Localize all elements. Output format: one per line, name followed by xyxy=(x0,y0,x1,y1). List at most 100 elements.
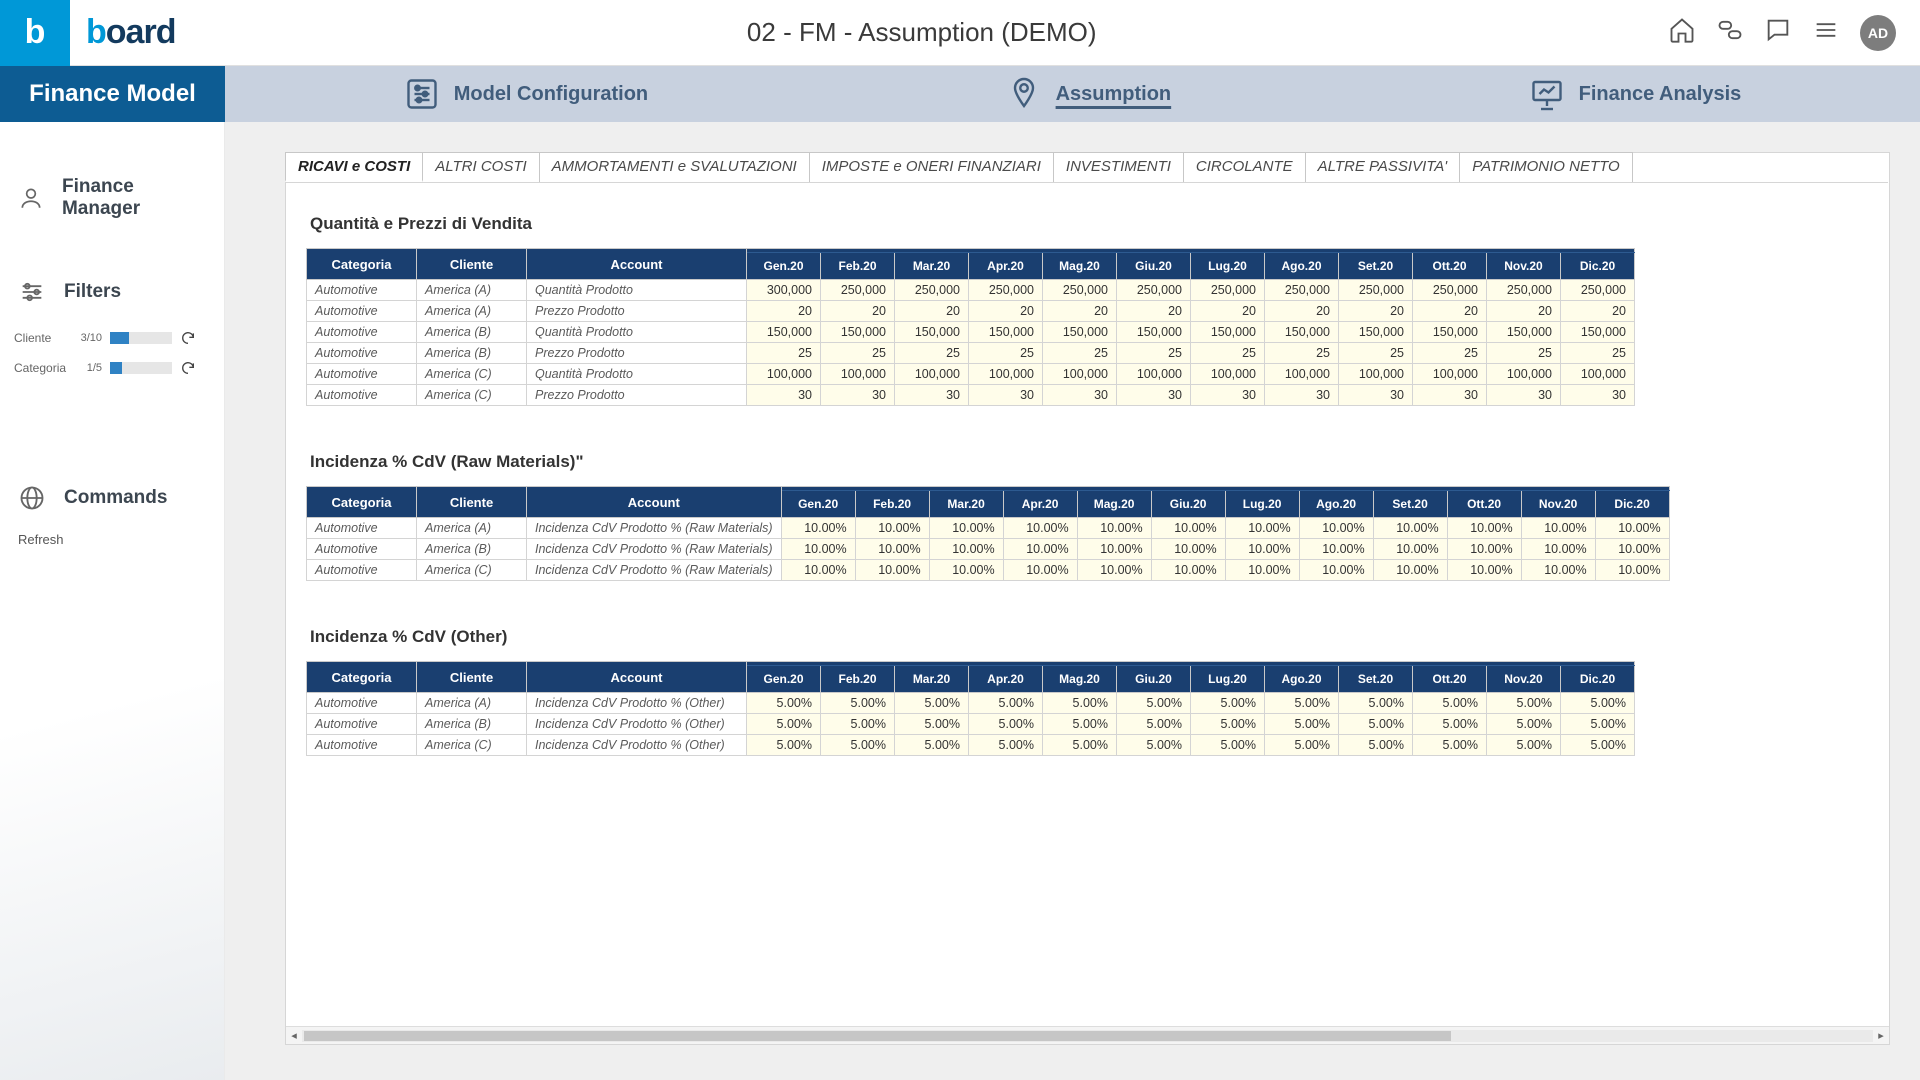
cell-value[interactable]: 100,000 xyxy=(1561,364,1635,385)
cell-value[interactable]: 10.00% xyxy=(1003,539,1077,560)
cell-value[interactable]: 5.00% xyxy=(821,714,895,735)
cell-value[interactable]: 250,000 xyxy=(969,280,1043,301)
cell-value[interactable]: 20 xyxy=(1191,301,1265,322)
cell-value[interactable]: 5.00% xyxy=(821,693,895,714)
refresh-link[interactable]: Refresh xyxy=(0,532,224,547)
cell-value[interactable]: 150,000 xyxy=(1043,322,1117,343)
cell-value[interactable]: 20 xyxy=(1487,301,1561,322)
cell-value[interactable]: 20 xyxy=(1117,301,1191,322)
cell-value[interactable]: 10.00% xyxy=(1299,539,1373,560)
cell-value[interactable]: 10.00% xyxy=(781,518,855,539)
cell-value[interactable]: 30 xyxy=(747,385,821,406)
cell-value[interactable]: 5.00% xyxy=(1117,714,1191,735)
avatar[interactable]: AD xyxy=(1860,15,1896,51)
tab-finance-analysis[interactable]: Finance Analysis xyxy=(1529,76,1742,112)
cell-value[interactable]: 150,000 xyxy=(895,322,969,343)
cell-value[interactable]: 25 xyxy=(1191,343,1265,364)
cell-value[interactable]: 25 xyxy=(1117,343,1191,364)
subtab[interactable]: ALTRE PASSIVITA' xyxy=(1305,152,1461,182)
filter-row[interactable]: Cliente3/10 xyxy=(14,330,210,346)
cell-value[interactable]: 5.00% xyxy=(1487,714,1561,735)
cell-value[interactable]: 30 xyxy=(1265,385,1339,406)
horizontal-scrollbar[interactable]: ◂ ▸ xyxy=(286,1026,1889,1044)
cell-value[interactable]: 10.00% xyxy=(1299,518,1373,539)
cell-value[interactable]: 30 xyxy=(1043,385,1117,406)
tab-assumption[interactable]: Assumption xyxy=(1006,76,1172,112)
cell-value[interactable]: 5.00% xyxy=(1487,693,1561,714)
cell-value[interactable]: 10.00% xyxy=(1077,560,1151,581)
cell-value[interactable]: 10.00% xyxy=(1447,560,1521,581)
cell-value[interactable]: 5.00% xyxy=(1117,735,1191,756)
cell-value[interactable]: 5.00% xyxy=(1413,735,1487,756)
cell-value[interactable]: 30 xyxy=(1487,385,1561,406)
cell-value[interactable]: 5.00% xyxy=(1413,714,1487,735)
cell-value[interactable]: 30 xyxy=(895,385,969,406)
cell-value[interactable]: 20 xyxy=(1413,301,1487,322)
cell-value[interactable]: 250,000 xyxy=(1265,280,1339,301)
cell-value[interactable]: 30 xyxy=(1191,385,1265,406)
cell-value[interactable]: 5.00% xyxy=(821,735,895,756)
cell-value[interactable]: 10.00% xyxy=(929,539,1003,560)
cell-value[interactable]: 10.00% xyxy=(1521,518,1595,539)
scroll-track[interactable] xyxy=(302,1030,1873,1042)
cell-value[interactable]: 5.00% xyxy=(747,735,821,756)
cell-value[interactable]: 150,000 xyxy=(1265,322,1339,343)
cell-value[interactable]: 10.00% xyxy=(1151,518,1225,539)
cell-value[interactable]: 250,000 xyxy=(1043,280,1117,301)
cell-value[interactable]: 10.00% xyxy=(855,539,929,560)
subtab[interactable]: AMMORTAMENTI e SVALUTAZIONI xyxy=(539,152,810,182)
cell-value[interactable]: 5.00% xyxy=(969,735,1043,756)
cell-value[interactable]: 10.00% xyxy=(1225,560,1299,581)
subtab[interactable]: RICAVI e COSTI xyxy=(285,152,423,182)
tab-model-configuration[interactable]: Model Configuration xyxy=(404,76,648,112)
cell-value[interactable]: 10.00% xyxy=(1595,518,1669,539)
cell-value[interactable]: 10.00% xyxy=(1521,539,1595,560)
cell-value[interactable]: 10.00% xyxy=(1373,518,1447,539)
subtab[interactable]: IMPOSTE e ONERI FINANZIARI xyxy=(809,152,1054,182)
cell-value[interactable]: 250,000 xyxy=(895,280,969,301)
cell-value[interactable]: 10.00% xyxy=(1225,518,1299,539)
cell-value[interactable]: 5.00% xyxy=(895,693,969,714)
cell-value[interactable]: 10.00% xyxy=(1299,560,1373,581)
cell-value[interactable]: 5.00% xyxy=(747,714,821,735)
cell-value[interactable]: 5.00% xyxy=(1413,693,1487,714)
subtab[interactable]: PATRIMONIO NETTO xyxy=(1459,152,1633,182)
logo-box[interactable]: b xyxy=(0,0,70,66)
cell-value[interactable]: 5.00% xyxy=(747,693,821,714)
cell-value[interactable]: 10.00% xyxy=(1077,539,1151,560)
cell-value[interactable]: 10.00% xyxy=(1151,560,1225,581)
menu-icon[interactable] xyxy=(1812,16,1840,49)
cell-value[interactable]: 100,000 xyxy=(1265,364,1339,385)
cell-value[interactable]: 100,000 xyxy=(1413,364,1487,385)
cell-value[interactable]: 100,000 xyxy=(1339,364,1413,385)
cell-value[interactable]: 5.00% xyxy=(969,693,1043,714)
cell-value[interactable]: 5.00% xyxy=(1043,693,1117,714)
cell-value[interactable]: 5.00% xyxy=(1561,735,1635,756)
cell-value[interactable]: 10.00% xyxy=(1521,560,1595,581)
cell-value[interactable]: 10.00% xyxy=(1595,560,1669,581)
cell-value[interactable]: 10.00% xyxy=(855,518,929,539)
cell-value[interactable]: 5.00% xyxy=(969,714,1043,735)
cell-value[interactable]: 5.00% xyxy=(1191,735,1265,756)
cell-value[interactable]: 20 xyxy=(895,301,969,322)
reset-icon[interactable] xyxy=(180,330,196,346)
cell-value[interactable]: 100,000 xyxy=(969,364,1043,385)
cell-value[interactable]: 30 xyxy=(821,385,895,406)
cell-value[interactable]: 150,000 xyxy=(821,322,895,343)
cell-value[interactable]: 10.00% xyxy=(1225,539,1299,560)
cell-value[interactable]: 10.00% xyxy=(1077,518,1151,539)
cell-value[interactable]: 30 xyxy=(1413,385,1487,406)
cell-value[interactable]: 100,000 xyxy=(821,364,895,385)
chat-icon[interactable] xyxy=(1764,16,1792,49)
cell-value[interactable]: 5.00% xyxy=(1561,693,1635,714)
cell-value[interactable]: 5.00% xyxy=(1191,714,1265,735)
cell-value[interactable]: 20 xyxy=(1339,301,1413,322)
cell-value[interactable]: 250,000 xyxy=(1191,280,1265,301)
cell-value[interactable]: 250,000 xyxy=(1117,280,1191,301)
cell-value[interactable]: 10.00% xyxy=(1003,518,1077,539)
cell-value[interactable]: 25 xyxy=(1265,343,1339,364)
cell-value[interactable]: 10.00% xyxy=(781,539,855,560)
cell-value[interactable]: 25 xyxy=(1561,343,1635,364)
cell-value[interactable]: 10.00% xyxy=(929,560,1003,581)
cell-value[interactable]: 250,000 xyxy=(1339,280,1413,301)
